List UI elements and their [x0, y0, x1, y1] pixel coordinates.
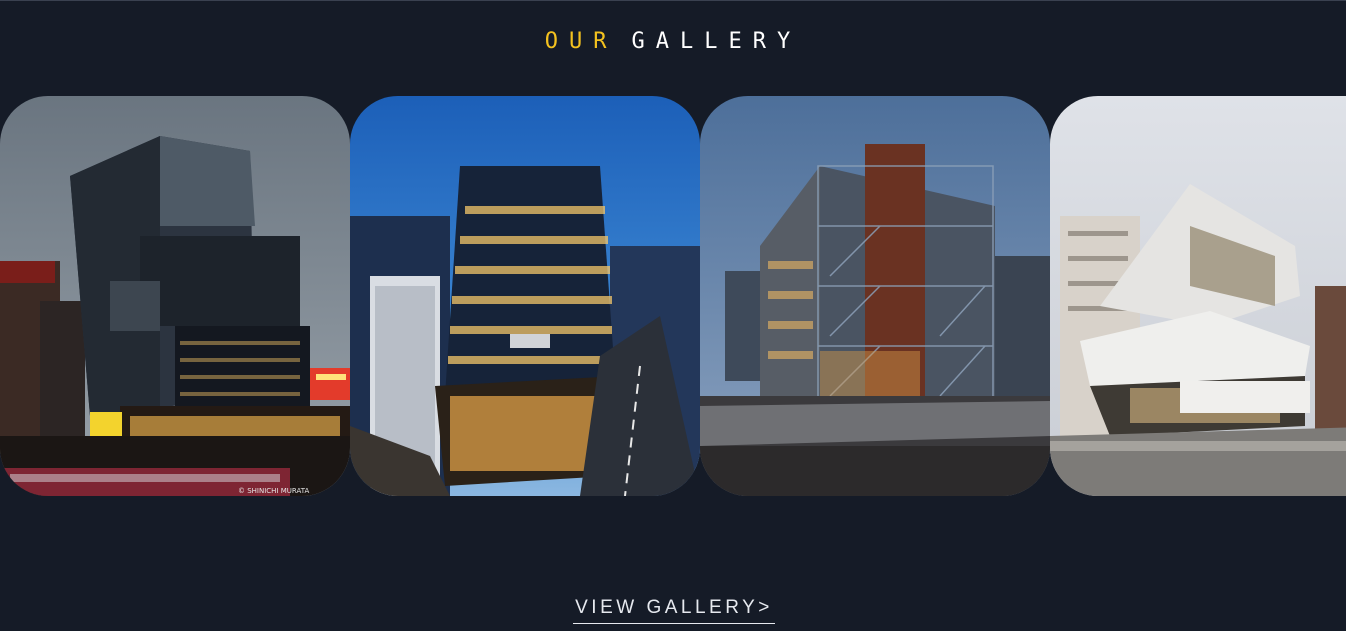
- gallery-photo-1[interactable]: © SHINICHI MURATA: [0, 96, 350, 496]
- gallery-photo-3[interactable]: [700, 96, 1050, 496]
- gallery-photo-2[interactable]: [350, 96, 700, 496]
- photo-watermark: © SHINICHI MURATA: [238, 487, 309, 495]
- view-gallery-link[interactable]: VIEW GALLERY>: [573, 597, 775, 624]
- gallery-photo-4[interactable]: [1050, 96, 1346, 496]
- tower-photo-image: © SHINICHI MURATA: [0, 96, 350, 496]
- white-building-photo-image: [1050, 96, 1346, 496]
- section-title: OUR GALLERY: [0, 29, 1346, 54]
- steel-stair-building-photo-image: [700, 96, 1050, 496]
- gallery-row: © SHINICHI MURATA: [0, 96, 1346, 496]
- section-title-main: GALLERY: [631, 29, 802, 54]
- glass-building-photo-image: [350, 96, 700, 496]
- section-title-accent: OUR: [544, 29, 618, 54]
